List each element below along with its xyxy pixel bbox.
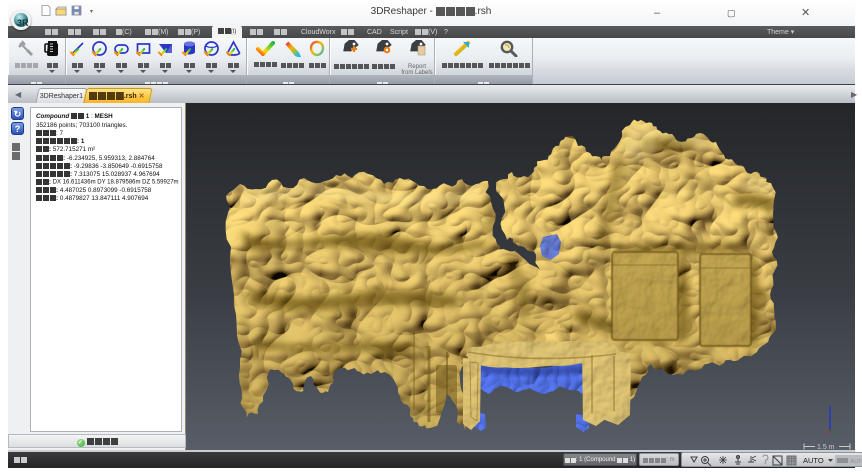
- svg-text:AUTO: AUTO: [803, 456, 824, 465]
- svg-text::AUTO: :AUTO: [849, 459, 862, 465]
- svg-text:1.5 m: 1.5 m: [817, 444, 835, 450]
